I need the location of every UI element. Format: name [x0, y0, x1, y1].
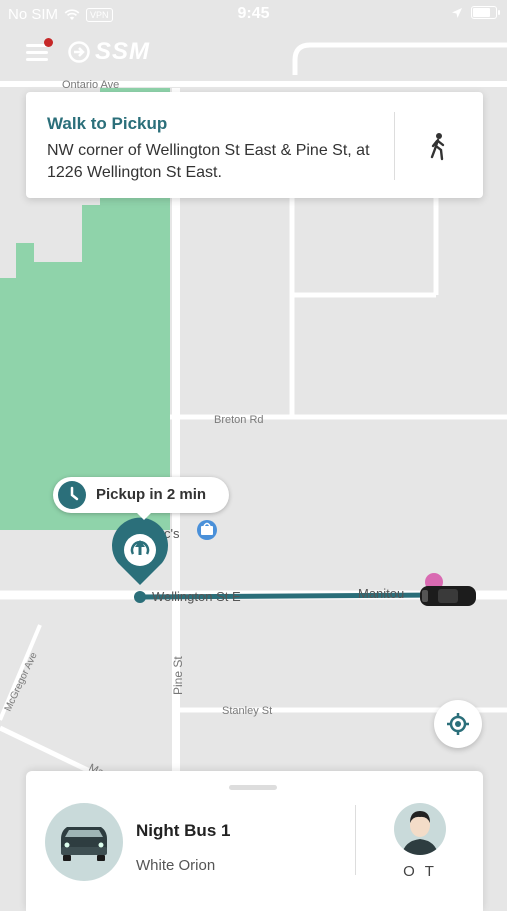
street-label-stanley: Stanley St	[222, 705, 272, 717]
route-start-dot	[134, 591, 146, 603]
street-label-wellington: Wellington St E	[152, 589, 241, 604]
logo-arrow-icon	[68, 41, 90, 63]
status-bar: No SIM VPN 9:45	[0, 0, 507, 30]
vehicle-avatar	[45, 803, 123, 881]
sheet-divider	[355, 805, 356, 875]
store-poi-icon[interactable]	[197, 520, 217, 540]
vehicle-info-sheet[interactable]: Night Bus 1 White Orion O T	[26, 771, 483, 911]
street-label-pine: Pine St	[171, 656, 185, 695]
street-label-manitou: Manitou	[358, 586, 404, 601]
walk-card-description: NW corner of Wellington St East & Pine S…	[47, 142, 370, 181]
pickup-eta-text: Pickup in 2 min	[96, 486, 207, 503]
recenter-location-button[interactable]	[434, 700, 482, 748]
battery-icon	[471, 6, 500, 19]
pickup-eta-bubble: Pickup in 2 min	[53, 477, 229, 520]
vehicle-name: Night Bus 1	[136, 821, 231, 840]
app-logo: SSM	[68, 38, 150, 66]
card-divider	[394, 112, 395, 180]
street-label-top: Ontario Ave	[62, 79, 119, 91]
crosshair-icon	[447, 713, 469, 735]
street-label-breton: Breton Rd	[214, 414, 264, 426]
walk-to-pickup-card[interactable]: Walk to Pickup NW corner of Wellington S…	[26, 92, 483, 198]
menu-button[interactable]	[24, 38, 54, 66]
sheet-drag-handle[interactable]	[229, 785, 277, 790]
walking-person-icon[interactable]	[426, 132, 450, 162]
driver-avatar[interactable]	[394, 803, 446, 855]
vehicle-description: White Orion	[136, 857, 216, 874]
logo-text: SSM	[95, 38, 151, 65]
vehicle-marker-icon[interactable]	[420, 586, 476, 606]
clock-icon	[58, 481, 86, 509]
person-icon	[402, 811, 438, 855]
van-icon	[61, 827, 107, 861]
driver-initials: O T	[403, 863, 437, 880]
location-arrow-icon	[452, 7, 462, 18]
walk-card-title: Walk to Pickup	[47, 114, 168, 133]
notification-dot	[44, 38, 53, 47]
status-time: 9:45	[237, 5, 270, 22]
